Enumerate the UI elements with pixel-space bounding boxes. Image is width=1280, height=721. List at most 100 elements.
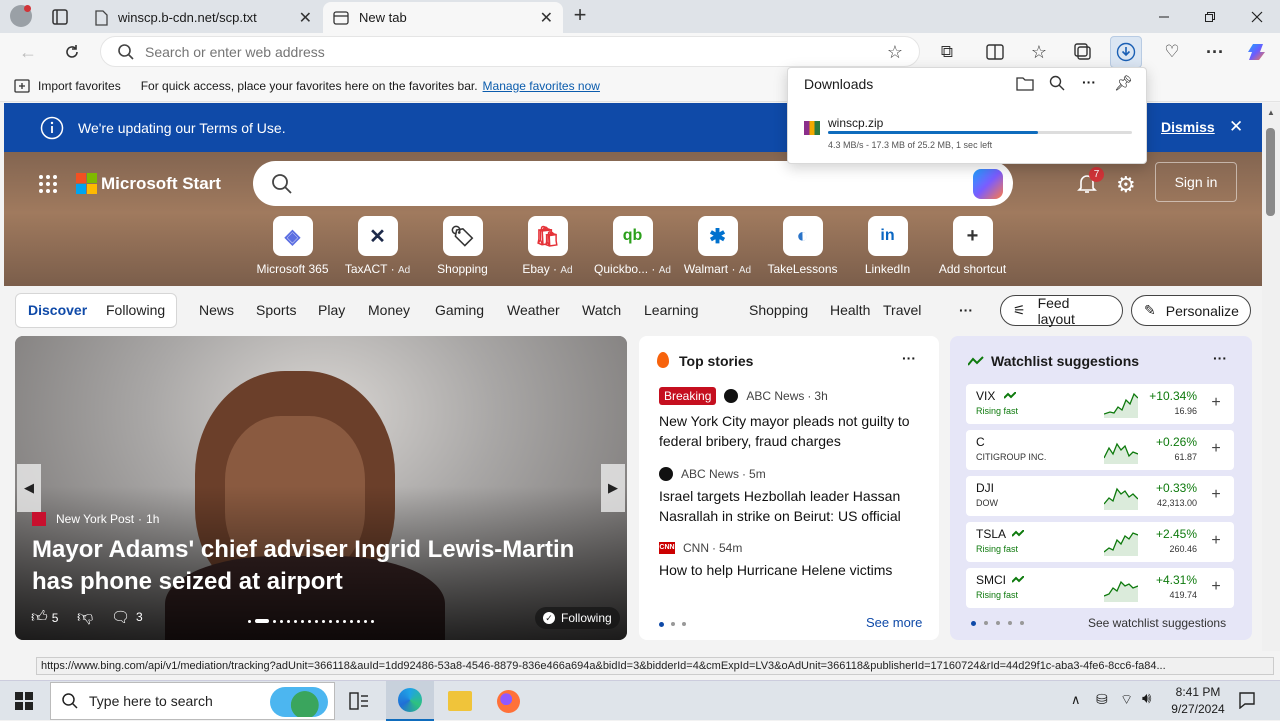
taskbar-file-explorer-icon[interactable] [448, 691, 472, 711]
performance-icon[interactable]: ♡ [1156, 36, 1188, 68]
nav-health[interactable]: Health [830, 302, 870, 318]
watchlist-row-dji[interactable]: DJI DOW +0.33% 42,313.00 + [966, 476, 1234, 516]
tab-following[interactable]: Following [106, 302, 165, 318]
story-item[interactable]: ABC News · 5m Israel targets Hezbollah lea… [659, 467, 924, 526]
carousel-prev-button[interactable]: ◀ [17, 464, 41, 512]
address-input[interactable] [145, 43, 845, 60]
nav-sports[interactable]: Sports [256, 302, 296, 318]
favorites-icon[interactable]: ☆ [1023, 36, 1055, 68]
collections-icon[interactable] [1067, 36, 1099, 68]
notifications-icon[interactable] [1238, 691, 1256, 709]
watchlist-row-vix[interactable]: VIX Rising fast +10.34% 16.96 + [966, 384, 1234, 424]
task-view-icon[interactable] [349, 692, 369, 710]
nav-gaming[interactable]: Gaming [435, 302, 484, 318]
favorite-star-icon[interactable]: ☆ [887, 42, 903, 63]
clock-date[interactable]: 9/27/2024 [1165, 702, 1231, 716]
dismiss-button[interactable]: Dismiss [1161, 119, 1215, 135]
dislike-button[interactable]: 👎︎ [77, 608, 93, 627]
watchlist-row-tsla[interactable]: TSLA Rising fast +2.45% 260.46 + [966, 522, 1234, 562]
close-tab-icon[interactable]: ✕ [299, 8, 312, 28]
refresh-button[interactable] [56, 36, 88, 68]
shortcut-ebay[interactable]: 🛍︎ Ebay · Ad [505, 216, 590, 276]
search-downloads-icon[interactable] [1049, 75, 1065, 91]
carousel-next-button[interactable]: ▶ [601, 464, 625, 512]
hero-story-title[interactable]: Mayor Adams' chief adviser Ingrid Lewis-… [32, 534, 612, 598]
copilot-icon[interactable] [1242, 36, 1274, 68]
story-item[interactable]: Breaking ABC News · 3h New York City mayor… [659, 387, 924, 451]
shortcut-walmart[interactable]: ✱ Walmart · Ad [675, 216, 760, 276]
new-tab-button[interactable]: + [568, 4, 592, 28]
story-title[interactable]: Israel targets Hezbollah leader Hassan N… [659, 486, 924, 526]
restore-button[interactable] [1187, 0, 1233, 33]
import-favorites-button[interactable]: Import favorites [38, 79, 121, 93]
shortcut-add-shortcut[interactable]: + Add shortcut [930, 216, 1015, 276]
taskbar-firefox-icon[interactable] [497, 690, 520, 713]
tray-network-icon[interactable]: ⛁ [1096, 691, 1108, 708]
nav-weather[interactable]: Weather [507, 302, 560, 318]
watchlist-row-smci[interactable]: SMCI Rising fast +4.31% 419.74 + [966, 568, 1234, 608]
shortcut-shopping[interactable]: 🏷︎ Shopping [420, 216, 505, 276]
nav-shopping[interactable]: Shopping [749, 302, 808, 318]
close-banner-icon[interactable]: ✕ [1229, 117, 1243, 137]
nav-watch[interactable]: Watch [582, 302, 621, 318]
following-chip[interactable]: ✓ Following [535, 607, 620, 629]
taskbar-edge-icon[interactable] [386, 681, 434, 721]
story-title[interactable]: How to help Hurricane Helene victims [659, 560, 924, 580]
downloads-button[interactable] [1110, 36, 1142, 68]
download-item[interactable]: winscp.zip 4.3 MB/s - 17.3 MB of 25.2 MB… [802, 116, 1132, 152]
back-button[interactable]: ← [12, 36, 44, 68]
nav-learning[interactable]: Learning [644, 302, 699, 318]
see-watchlist-link[interactable]: See watchlist suggestions [1088, 616, 1226, 630]
extensions-icon[interactable]: ⧉ [931, 36, 963, 68]
watchlist-more-icon[interactable]: ··· [1213, 350, 1227, 366]
scrollbar-thumb[interactable] [1266, 128, 1275, 216]
shortcut-linkedin[interactable]: in LinkedIn [845, 216, 930, 276]
nav-news[interactable]: News [199, 302, 234, 318]
tab-discover[interactable]: Discover [28, 302, 87, 318]
profile-avatar[interactable] [10, 5, 32, 27]
carousel-dots[interactable] [248, 619, 374, 623]
add-to-watchlist-button[interactable]: + [1208, 579, 1224, 596]
shortcut-takelessons[interactable]: ◐ TakeLessons [760, 216, 845, 276]
page-scrollbar[interactable]: ▲ [1262, 103, 1280, 651]
pin-icon[interactable]: 📌︎ [1114, 74, 1133, 92]
open-folder-icon[interactable] [1016, 75, 1034, 91]
apps-grid-icon[interactable] [38, 174, 58, 194]
settings-more-icon[interactable]: ··· [1199, 36, 1231, 68]
hero-story-card[interactable]: ◀ ▶ New York Post · 1h Mayor Adams' chie… [15, 336, 627, 640]
like-button[interactable]: 👍︎ 5 [31, 608, 58, 627]
tray-wifi-icon[interactable]: ⌔ [1120, 691, 1133, 709]
manage-favorites-link[interactable]: Manage favorites now [483, 79, 600, 93]
notifications-bell-icon[interactable]: 7 [1075, 167, 1104, 195]
tab-scp-txt[interactable]: winscp.b-cdn.net/scp.txt ✕ [84, 2, 322, 33]
add-to-watchlist-button[interactable]: + [1208, 487, 1224, 504]
page-settings-gear-icon[interactable]: ⚙ [1116, 172, 1136, 198]
downloads-more-icon[interactable]: ··· [1082, 74, 1096, 90]
web-search-box[interactable] [253, 161, 1013, 206]
watchlist-pager-dots[interactable] [971, 621, 1024, 626]
comment-button[interactable]: 🗨︎ 3 [111, 608, 143, 626]
tab-actions-icon[interactable] [50, 7, 70, 27]
add-to-watchlist-button[interactable]: + [1208, 395, 1224, 412]
copilot-search-icon[interactable] [973, 169, 1003, 199]
tab-new-tab[interactable]: New tab ✕ [323, 2, 563, 33]
shortcut-taxact[interactable]: ✕ TaxACT · Ad [335, 216, 420, 276]
personalize-button[interactable]: ✎ Personalize [1131, 295, 1251, 326]
taskbar-search[interactable]: Type here to search [50, 682, 335, 720]
split-screen-icon[interactable] [979, 36, 1011, 68]
see-more-link[interactable]: See more [866, 615, 922, 630]
story-item[interactable]: CNN CNN · 54m How to help Hurricane Helene… [659, 541, 924, 580]
brand-name[interactable]: Microsoft Start [101, 174, 221, 194]
nav-play[interactable]: Play [318, 302, 345, 318]
nav-more-button[interactable]: ··· [959, 302, 973, 318]
close-window-button[interactable] [1234, 0, 1280, 33]
close-tab-icon[interactable]: ✕ [540, 8, 553, 28]
sign-in-button[interactable]: Sign in [1155, 162, 1237, 202]
shortcut-quickbo[interactable]: qb Quickbo... · Ad [590, 216, 675, 276]
tray-chevron-icon[interactable]: ∧ [1071, 692, 1081, 708]
feed-layout-button[interactable]: ⚟ Feed layout [1000, 295, 1123, 327]
watchlist-row-c[interactable]: C CITIGROUP INC. +0.26% 61.87 + [966, 430, 1234, 470]
top-stories-more-icon[interactable]: ··· [902, 350, 916, 366]
story-pager-dots[interactable] [659, 622, 686, 627]
tray-volume-icon[interactable]: 🔊︎ [1142, 690, 1151, 707]
